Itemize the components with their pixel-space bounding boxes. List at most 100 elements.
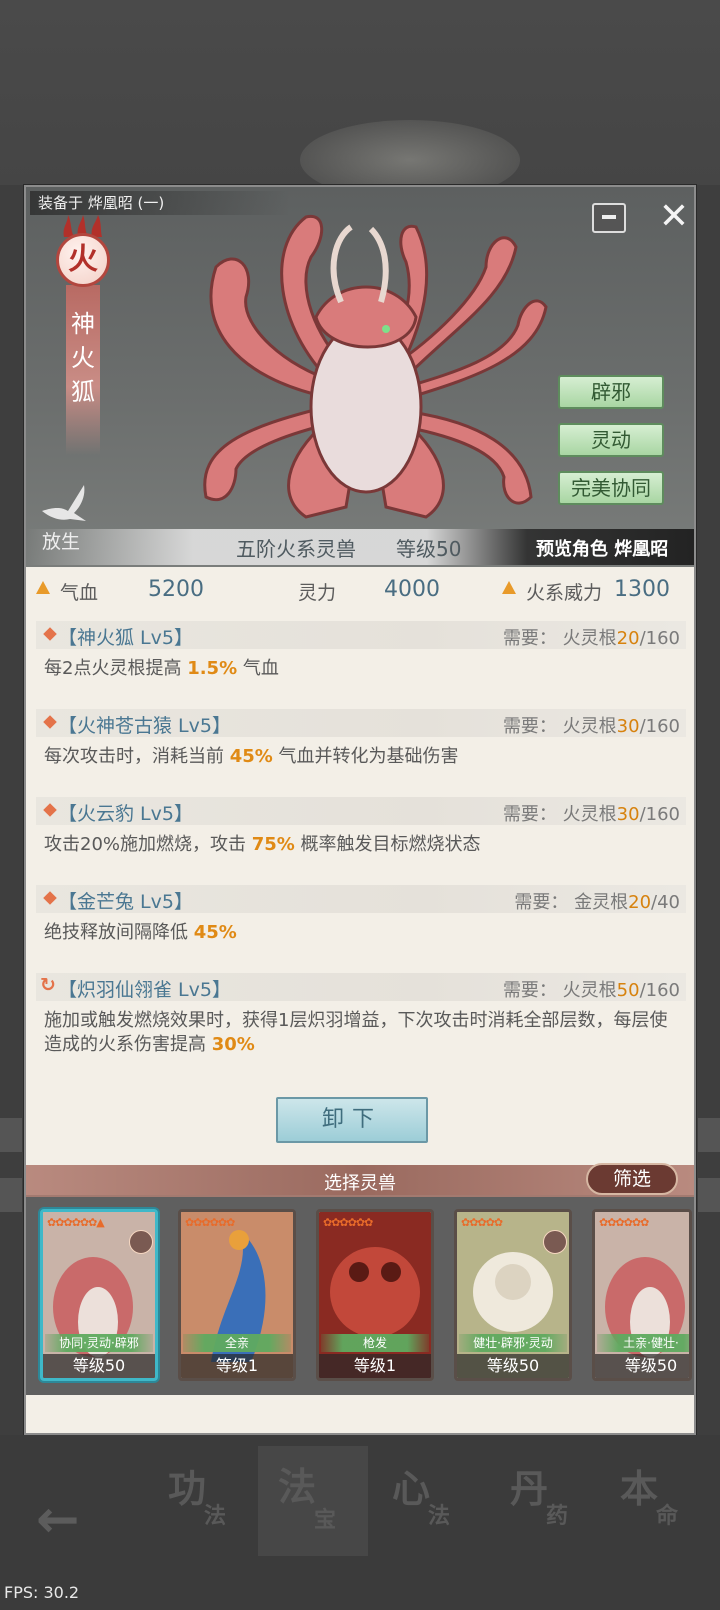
beast-card[interactable]: ✿✿✿✿✿✿ 土亲·健壮· 等级50: [592, 1209, 692, 1381]
card-level: 等级1: [319, 1354, 431, 1378]
skill-header: 【神火狐 Lv5】 需要： 火灵根20/160: [36, 621, 686, 649]
close-button[interactable]: ✕: [656, 199, 692, 235]
skill-requirement: 需要： 火灵根20/160: [502, 628, 680, 649]
beast-card[interactable]: ✿✿✿✿✿✿ 枪发 等级1: [316, 1209, 434, 1381]
nav-tab-sub-char: 法: [204, 1504, 227, 1529]
skill-requirement: 需要： 火灵根30/160: [502, 804, 680, 825]
card-level: 等级50: [43, 1354, 155, 1378]
beast-card-tray[interactable]: ✿✿✿✿✿✿▲ 协同·灵动·辟邪 等级50 ✿✿✿✿✿✿ 全亲 等级1 ✿✿✿✿…: [26, 1195, 694, 1395]
skill-header: 【金芒兔 Lv5】 需要： 金灵根20/40: [36, 885, 686, 913]
skill-entry: 【神火狐 Lv5】 需要： 火灵根20/160 每2点火灵根提高 1.5% 气血: [36, 621, 686, 681]
stats-row: 气血 5200 灵力 4000 火系威力 1300: [26, 572, 694, 608]
nav-tab-xinfa[interactable]: 心 法: [392, 1458, 482, 1548]
skill-name: 【火神苍古猿 Lv5】: [58, 715, 231, 737]
skill-description: 攻击20%施加燃烧，攻击 75% 概率触发目标燃烧状态: [44, 834, 481, 855]
fire-power-value: 1300: [614, 577, 670, 602]
fire-power-label: 火系威力: [526, 582, 603, 604]
nav-tab-benming[interactable]: 本 命: [620, 1458, 710, 1548]
skill-requirement: 需要： 火灵根50/160: [502, 980, 680, 1001]
beast-detail-panel: 装备于 烨凰昭 (一) ✕ 火 神火狐 放生 辟邪 灵动 完美协同 五阶火系灵兽…: [24, 185, 696, 1435]
element-badge: 火: [56, 233, 110, 287]
back-arrow-icon[interactable]: ←: [36, 1490, 80, 1550]
owner-avatar: [129, 1230, 153, 1254]
card-traits: 枪发: [321, 1334, 429, 1352]
skill-header: 【火云豹 Lv5】 需要： 火灵根30/160: [36, 797, 686, 825]
beast-level: 等级50: [396, 537, 462, 561]
star-rating: ✿✿✿✿✿✿: [599, 1216, 649, 1229]
nav-tab-main-char: 心: [392, 1467, 431, 1511]
trait-button-lingdong[interactable]: 灵动: [558, 423, 664, 457]
hp-label: 气血: [60, 582, 99, 604]
nav-tab-main-char: 法: [278, 1465, 317, 1509]
beast-hero: 装备于 烨凰昭 (一) ✕ 火 神火狐 放生 辟邪 灵动 完美协同 五阶火系灵兽…: [26, 187, 694, 567]
nav-tab-main-char: 丹: [510, 1467, 549, 1511]
skill-description: 施加或触发燃烧效果时，获得1层炽羽增益，下次攻击时消耗全部层数，每层使造成的火系…: [44, 1010, 668, 1055]
skill-name: 【火云豹 Lv5】: [58, 803, 193, 825]
refresh-icon: ↻: [40, 974, 56, 996]
skill-entry: 【金芒兔 Lv5】 需要： 金灵根20/40 绝技释放间隔降低 45%: [36, 885, 686, 945]
diamond-icon: [43, 803, 57, 817]
diamond-icon: [43, 627, 57, 641]
spirit-value: 4000: [384, 577, 440, 602]
beast-tier: 五阶火系灵兽: [236, 537, 356, 561]
diamond-icon: [43, 715, 57, 729]
skill-description: 每2点火灵根提高 1.5% 气血: [44, 658, 279, 679]
fps-counter: FPS: 30.2: [4, 1583, 80, 1602]
skill-entry: 【火神苍古猿 Lv5】 需要： 火灵根30/160 每次攻击时，消耗当前 45%…: [36, 709, 686, 769]
background-strip: [0, 1178, 22, 1212]
skill-header: ↻ 【炽羽仙翎雀 Lv5】 需要： 火灵根50/160: [36, 973, 686, 1001]
nav-tab-danyao[interactable]: 丹 药: [510, 1458, 600, 1548]
card-level: 等级50: [595, 1354, 689, 1378]
up-arrow-icon: [36, 581, 50, 594]
star-rating: ✿✿✿✿✿: [461, 1216, 503, 1229]
card-traits: 健壮·辟邪·灵动: [459, 1334, 567, 1352]
nav-tab-sub-char: 药: [546, 1504, 569, 1529]
nav-tab-main-char: 本: [620, 1467, 659, 1511]
element-banner: 火 神火狐: [56, 215, 110, 455]
beast-name: 神火狐: [71, 310, 95, 406]
hp-value: 5200: [148, 577, 204, 602]
equipped-on-label: 装备于 烨凰昭 (一): [30, 191, 290, 215]
skill-requirement: 需要： 金灵根20/40: [514, 892, 680, 913]
trait-button-wanmei-xietong[interactable]: 完美协同: [558, 471, 664, 505]
nav-tab-main-char: 功: [168, 1467, 207, 1511]
diamond-icon: [43, 891, 57, 905]
beast-card[interactable]: ✿✿✿✿✿✿▲ 协同·灵动·辟邪 等级50: [40, 1209, 158, 1381]
card-traits: 全亲: [183, 1334, 291, 1352]
card-traits: 土亲·健壮·: [597, 1334, 689, 1352]
beast-card[interactable]: ✿✿✿✿✿ 健壮·辟邪·灵动 等级50: [454, 1209, 572, 1381]
skill-name: 【炽羽仙翎雀 Lv5】: [58, 979, 231, 1001]
card-level: 等级50: [457, 1354, 569, 1378]
filter-button[interactable]: 筛选: [586, 1163, 678, 1195]
skill-entry: 【火云豹 Lv5】 需要： 火灵根30/160 攻击20%施加燃烧，攻击 75%…: [36, 797, 686, 857]
skill-name: 【神火狐 Lv5】: [58, 627, 193, 649]
nav-tab-sub-char: 法: [428, 1504, 451, 1529]
nav-tab-fabao[interactable]: 法 宝: [258, 1446, 368, 1556]
background-strip: [698, 1118, 720, 1152]
skill-header: 【火神苍古猿 Lv5】 需要： 火灵根30/160: [36, 709, 686, 737]
up-arrow-icon: [502, 581, 516, 594]
background-strip: [0, 1118, 22, 1152]
preview-character[interactable]: 预览角色 烨凰昭: [536, 535, 668, 561]
skill-name: 【金芒兔 Lv5】: [58, 891, 193, 913]
card-traits: 协同·灵动·辟邪: [45, 1334, 153, 1352]
skill-requirement: 需要： 火灵根30/160: [502, 716, 680, 737]
unequip-button[interactable]: 卸下: [276, 1097, 428, 1143]
nav-tab-sub-char: 宝: [314, 1508, 337, 1533]
skill-description: 每次攻击时，消耗当前 45% 气血并转化为基础伤害: [44, 746, 459, 767]
star-rating: ✿✿✿✿✿✿▲: [47, 1216, 105, 1229]
card-level: 等级1: [181, 1354, 293, 1378]
beast-illustration: [203, 214, 548, 519]
star-rating: ✿✿✿✿✿✿: [185, 1216, 235, 1229]
spirit-label: 灵力: [298, 582, 337, 604]
nav-tab-sub-char: 命: [656, 1504, 679, 1529]
release-bird-icon[interactable]: [40, 481, 90, 525]
skill-description: 绝技释放间隔降低 45%: [44, 922, 237, 943]
trait-button-bixie[interactable]: 辟邪: [558, 375, 664, 409]
owner-avatar: [543, 1230, 567, 1254]
background-strip: [698, 1178, 720, 1212]
skill-entry: ↻ 【炽羽仙翎雀 Lv5】 需要： 火灵根50/160 施加或触发燃烧效果时，获…: [36, 973, 686, 1057]
chest-icon[interactable]: [592, 203, 626, 233]
beast-card[interactable]: ✿✿✿✿✿✿ 全亲 等级1: [178, 1209, 296, 1381]
nav-tab-gongfa[interactable]: 功 法: [168, 1458, 258, 1548]
